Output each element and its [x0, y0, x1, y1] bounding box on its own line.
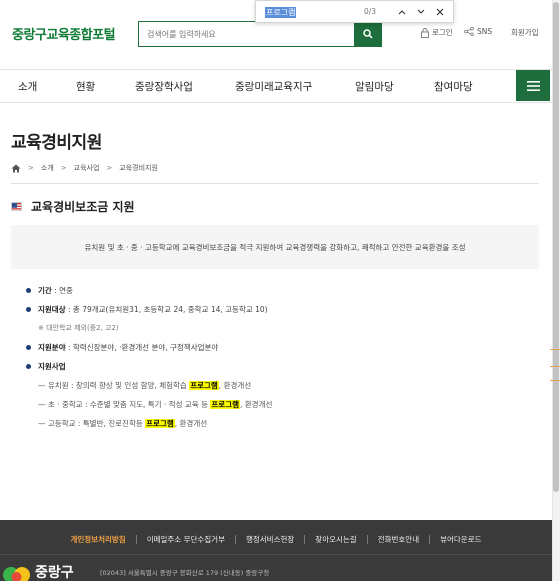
find-close-button[interactable]: [433, 5, 447, 19]
hamburger-icon: [526, 80, 540, 91]
sub-item-text: , 환경개선: [240, 400, 273, 409]
scrollbar-thumb[interactable]: [553, 2, 559, 492]
bullet-icon: [26, 364, 31, 369]
nav-item-future-edu[interactable]: 중랑미래교육지구: [235, 79, 312, 94]
intro-box: 유치원 및 초 · 중 · 고등학교에 교육경비보조금을 적극 지원하여 교육경…: [11, 225, 539, 269]
flag-icon: [11, 202, 22, 211]
chevron-right-icon: >: [28, 164, 34, 172]
nav-item-status[interactable]: 현황: [76, 79, 95, 94]
login-label: 로그인: [432, 28, 453, 37]
breadcrumb: > 소개 > 교육사업 > 교육경비지원: [11, 163, 158, 173]
site-logo[interactable]: 중랑구교육종합포털: [12, 24, 116, 43]
find-query[interactable]: 프로그램: [265, 7, 297, 18]
find-match-marker: [550, 366, 560, 367]
lock-icon: [421, 27, 429, 38]
breadcrumb-item[interactable]: 소개: [41, 163, 54, 173]
page-title: 교육경비지원: [11, 133, 102, 153]
chevron-up-icon: [398, 10, 406, 15]
find-next-button[interactable]: [414, 5, 428, 19]
nav-item-participation[interactable]: 참여마당: [434, 79, 473, 94]
sub-item-text: , 환경개선: [174, 419, 208, 428]
bullet-icon: [26, 288, 31, 293]
chevron-right-icon: >: [60, 164, 67, 172]
footer-logo: 중랑구: [2, 562, 74, 581]
target-value: : 총 79개교(유치원31, 초등학교 24, 중학교 14, 고등학교 10…: [65, 305, 268, 314]
dash: —: [38, 400, 48, 409]
footer-divider-line: [0, 554, 552, 555]
search-box: [138, 21, 382, 47]
search-input[interactable]: [139, 22, 355, 46]
find-match-marker: [550, 380, 560, 381]
bullet-icon: [26, 345, 31, 350]
close-icon: [436, 8, 444, 16]
chevron-down-icon: [417, 9, 425, 14]
target-label: 지원대상: [38, 305, 66, 314]
footer-link-phone[interactable]: 전화번호안내: [368, 534, 429, 545]
search-highlight: 프로그램: [210, 400, 240, 409]
find-match-marker: [550, 349, 560, 350]
list-item: 기간 : 연중: [26, 285, 536, 304]
main-nav: 소개 현황 중랑장학사업 중랑미래교육지구 알림마당 참여마당: [0, 70, 552, 103]
search-button[interactable]: [354, 22, 381, 46]
list-item: 지원대상 : 총 79개교(유치원31, 초등학교 24, 중학교 14, 고등…: [26, 304, 536, 323]
section-title-text: 교육경비보조금 지원: [31, 200, 135, 214]
site-footer: 개인정보처리방침 이메일주소 무단수집거부 행정서비스헌장 찾아오시는길 전화번…: [0, 520, 552, 581]
footer-link-email[interactable]: 이메일주소 무단수집거부: [137, 534, 235, 545]
sns-label: SNS: [477, 27, 493, 36]
chevron-right-icon: >: [106, 164, 113, 172]
signup-link[interactable]: 회원가입: [511, 27, 539, 38]
find-match-count: 0/3: [364, 7, 377, 16]
field-label: 지원분야: [38, 343, 66, 352]
footer-address: [02043] 서울특별시 중랑구 봉화산로 179 (신내동) 중랑구청: [100, 569, 270, 577]
sub-item-text: 유치원 : 창의력 향상 및 인성 함양, 체험학습: [47, 381, 190, 390]
bullet-icon: [26, 307, 31, 312]
nav-item-scholarship[interactable]: 중랑장학사업: [135, 79, 193, 94]
breadcrumb-item[interactable]: 교육사업: [74, 163, 100, 173]
footer-link-viewer[interactable]: 뷰어다운로드: [430, 534, 491, 545]
dash: —: [38, 381, 48, 390]
dash: —: [38, 419, 48, 428]
footer-logo-text: 중랑구: [35, 565, 74, 581]
nav-item-intro[interactable]: 소개: [18, 79, 37, 94]
footer-link-privacy[interactable]: 개인정보처리방침: [60, 534, 135, 545]
nav-item-notice[interactable]: 알림마당: [355, 79, 394, 94]
find-bar: 프로그램 0/3: [255, 0, 454, 23]
sub-item-kindergarten: — 유치원 : 창의력 향상 및 인성 함양, 체험학습 프로그램, 환경개선: [26, 380, 536, 399]
field-value: : 학력신장분야, ·환경개선 분야, 구정책사업분야: [65, 343, 219, 352]
search-highlight: 프로그램: [189, 381, 219, 390]
period-label: 기간: [38, 286, 52, 295]
sub-item-text: 초 · 중학교 : 수준별 맞춤 지도, 특기 · 적성 교육 등: [47, 400, 211, 409]
details-list: 기간 : 연중 지원대상 : 총 79개교(유치원31, 초등학교 24, 중학…: [26, 285, 536, 437]
footer-links: 개인정보처리방침 이메일주소 무단수집거부 행정서비스헌장 찾아오시는길 전화번…: [0, 529, 552, 549]
sub-item-highschool: — 고등학교 : 특별반, 진로진학등 프로그램, 환경개선: [26, 418, 536, 437]
search-icon: [362, 29, 373, 39]
footer-link-directions[interactable]: 찾아오시는길: [305, 534, 366, 545]
find-prev-button[interactable]: [395, 5, 409, 19]
section-title: 교육경비보조금 지원: [11, 198, 135, 215]
sns-link[interactable]: SNS: [464, 27, 492, 36]
search-highlight: 프로그램: [145, 419, 175, 428]
breadcrumb-item-current[interactable]: 교육경비지원: [119, 163, 158, 173]
footer-link-charter[interactable]: 행정서비스헌장: [236, 534, 304, 545]
share-icon: [464, 27, 474, 36]
sub-item-text: 고등학교 : 특별반, 진로진학등: [47, 419, 146, 428]
list-item: 지원분야 : 학력신장분야, ·환경개선 분야, 구정책사업분야: [26, 342, 536, 361]
period-value: : 연중: [51, 286, 73, 295]
intro-text: 유치원 및 초 · 중 · 고등학교에 교육경비보조금을 적극 지원하여 교육경…: [84, 242, 466, 252]
login-link[interactable]: 로그인: [421, 27, 453, 38]
menu-button[interactable]: [516, 70, 550, 101]
project-label: 지원사업: [38, 362, 66, 371]
target-note: ※ 대안학교 제외(중2, 고2): [38, 324, 119, 332]
list-item: 지원사업: [26, 361, 536, 380]
title-divider: [11, 183, 539, 184]
emblem-icon: [3, 567, 30, 581]
sub-item-text: , 환경개선: [218, 381, 252, 390]
home-icon[interactable]: [11, 164, 21, 173]
sub-item-elementary: — 초 · 중학교 : 수준별 맞춤 지도, 특기 · 적성 교육 등 프로그램…: [26, 399, 536, 418]
